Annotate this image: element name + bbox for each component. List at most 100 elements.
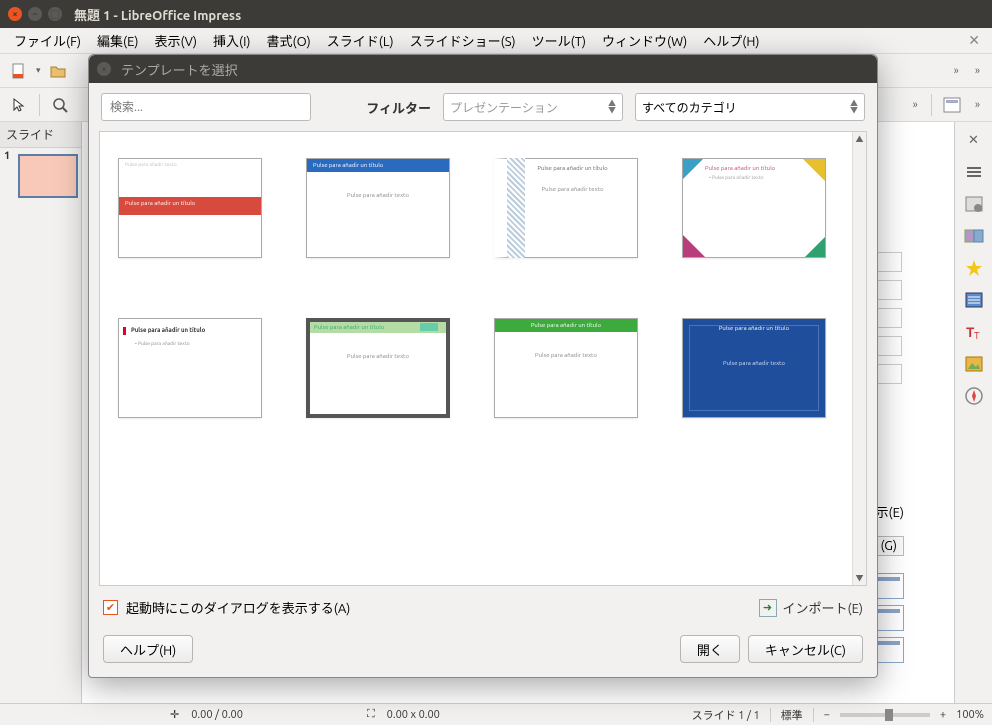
help-button[interactable]: ヘルプ(H) [103,635,193,663]
crosshair-icon: ✛ [170,708,179,721]
scroll-down-icon[interactable]: ▼ [853,571,866,585]
filter-type-select[interactable]: プレゼンテーション ▲▼ [443,93,623,121]
import-label: インポート(E) [783,598,863,617]
filter-category-select[interactable]: すべてのカテゴリ ▲▼ [635,93,865,121]
new-doc-button[interactable] [6,58,32,84]
template-body: Pulse para añadir texto [310,333,446,360]
zoom-slider[interactable] [840,713,930,717]
styles-icon[interactable]: TT [962,320,986,344]
prop-label-g[interactable]: (G) [873,536,904,556]
statusbar: ✛ 0.00 / 0.00 ⛶ 0.00 x 0.00 スライド 1 / 1 標… [0,703,992,725]
chevron-updown-icon: ▲▼ [850,100,858,114]
toolbar-overflow-1[interactable]: » [948,65,965,77]
filter-type-value: プレゼンテーション [450,99,558,116]
cancel-button[interactable]: キャンセル(C) [748,635,863,663]
slide-number: 1 [4,150,10,162]
titlebar: × – ▢ 無題 1 - LibreOffice Impress [0,0,992,28]
sidebar-close-icon[interactable]: ✕ [962,128,986,152]
scroll-up-icon[interactable]: ▲ [853,132,866,146]
template-thumbnail[interactable]: Pulse para añadir un título Pulse para a… [306,318,450,418]
template-scrollbar[interactable]: ▲ ▼ [852,132,866,585]
zoom-tool[interactable] [47,92,73,118]
zoom-out-icon[interactable]: − [824,709,830,721]
slide-thumbnail-1[interactable] [18,154,78,198]
status-position: 0.00 / 0.00 [191,709,243,721]
open-button[interactable]: 開く [680,635,740,663]
filter-label: フィルター [366,98,431,117]
prop-row[interactable] [874,280,902,300]
toolbar-overflow-2[interactable]: » [969,65,986,77]
template-title: Pulse para añadir un título [307,159,449,172]
status-master[interactable]: 標準 [781,707,803,723]
import-button[interactable]: ➜ インポート(E) [759,598,863,617]
slide-panel-title: スライド [0,122,81,148]
template-title: Pulse para añadir un título [119,319,261,334]
toolbar-overflow-3[interactable]: » [907,99,924,111]
menu-slide[interactable]: スライド(L) [319,27,402,54]
sidebar-tabs: ✕ TT [954,122,992,703]
open-button[interactable] [45,58,71,84]
slide-layout-button[interactable] [939,92,965,118]
prop-row[interactable] [874,252,902,272]
filter-category-value: すべてのカテゴリ [642,99,737,116]
template-thumbnail[interactable]: Pulse para añadir un título • Pulse para… [118,318,262,418]
status-slide-count: スライド 1 / 1 [692,707,760,723]
prop-label-show: 示(E) [876,502,904,521]
menu-help[interactable]: ヘルプ(H) [695,27,767,54]
template-body: Pulse para añadir texto [508,172,637,193]
import-icon: ➜ [759,599,777,617]
selection-tool[interactable] [6,92,32,118]
template-thumbnail[interactable]: Pulse para añadir un título Pulse para a… [118,158,262,258]
menu-edit[interactable]: 編集(E) [89,27,146,54]
template-title: Pulse para añadir un título [508,159,637,172]
template-body: Pulse para añadir texto [307,172,449,199]
template-thumbnail[interactable]: Pulse para añadir un título Pulse para a… [494,158,638,258]
window-maximize-button[interactable]: ▢ [48,7,62,21]
slide-transition-icon[interactable] [962,224,986,248]
navigator-icon[interactable] [962,384,986,408]
size-icon: ⛶ [367,708,375,721]
menu-window[interactable]: ウィンドウ(W) [594,27,695,54]
menu-insert[interactable]: 挿入(I) [205,27,259,54]
show-on-startup-label[interactable]: 起動時にこのダイアログを表示する(A) [126,598,350,617]
window-minimize-button[interactable]: – [28,7,42,21]
template-thumbnail[interactable]: Pulse para añadir un título • Pulse para… [682,158,826,258]
menu-format[interactable]: 書式(O) [259,27,319,54]
prop-row[interactable] [874,364,902,384]
properties-icon[interactable] [962,192,986,216]
master-slides-icon[interactable] [962,288,986,312]
dialog-close-button[interactable]: × [97,62,111,76]
show-on-startup-checkbox[interactable]: ✔ [103,600,118,615]
toolbar-overflow-4[interactable]: » [969,99,986,111]
animation-icon[interactable] [962,256,986,280]
chevron-updown-icon: ▲▼ [608,100,616,114]
status-zoom[interactable]: 100% [956,709,984,721]
menubar: ファイル(F) 編集(E) 表示(V) 挿入(I) 書式(O) スライド(L) … [0,28,992,54]
template-body: Pulse para añadir texto [495,332,637,359]
svg-text:T: T [974,330,980,341]
dialog-titlebar: × テンプレートを選択 [89,55,877,83]
template-thumbnail[interactable]: Pulse para añadir un título Pulse para a… [494,318,638,418]
search-input[interactable] [101,93,311,121]
template-grid: Pulse para añadir un título Pulse para a… [100,132,852,585]
template-body: Pulse para añadir texto [712,174,764,180]
template-body: Pulse para añadir texto [138,340,190,346]
gallery-icon[interactable] [962,352,986,376]
menu-slideshow[interactable]: スライドショー(S) [402,27,524,54]
prop-row[interactable] [874,336,902,356]
menu-view[interactable]: 表示(V) [147,27,205,54]
sidebar-menu-icon[interactable] [962,160,986,184]
prop-row[interactable] [874,308,902,328]
template-thumbnail[interactable]: Pulse para añadir un título Pulse para a… [682,318,826,418]
document-close-icon[interactable]: ✕ [962,32,986,49]
template-title: Pulse para añadir un título [314,324,384,331]
menu-file[interactable]: ファイル(F) [6,27,89,54]
window-close-button[interactable]: × [8,7,22,21]
zoom-in-icon[interactable]: + [940,709,946,721]
template-title: Pulse para añadir un título [119,197,261,215]
menu-tools[interactable]: ツール(T) [524,27,594,54]
template-title: Pulse para añadir un título [495,319,637,332]
status-size: 0.00 x 0.00 [387,709,440,721]
dialog-title: テンプレートを選択 [121,60,238,79]
template-thumbnail[interactable]: Pulse para añadir un título Pulse para a… [306,158,450,258]
